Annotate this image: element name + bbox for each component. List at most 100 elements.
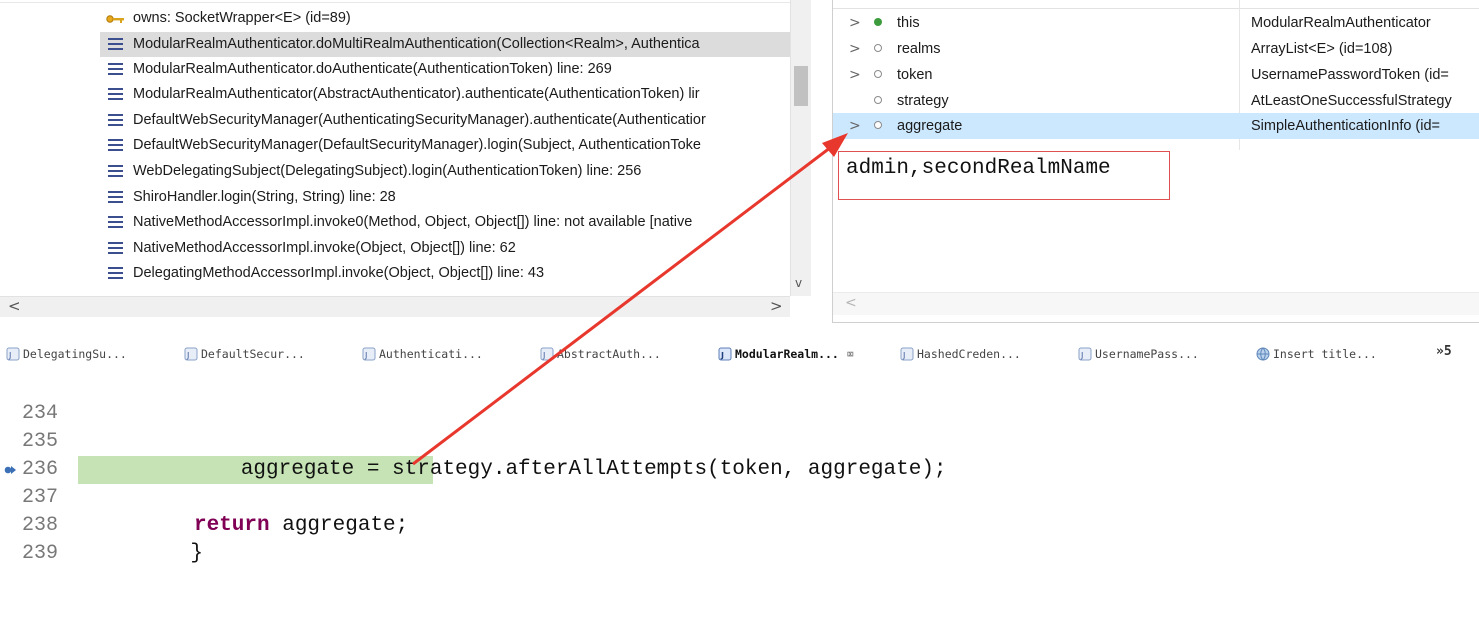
class-file-icon: J xyxy=(900,347,914,360)
stack-frame-label: ModularRealmAuthenticator.doMultiRealmAu… xyxy=(133,36,700,52)
svg-text:J: J xyxy=(186,351,189,360)
stack-frame-row[interactable]: ModularRealmAuthenticator.doMultiRealmAu… xyxy=(100,32,790,57)
variables-pane: > this ModularRealmAuthenticator > realm… xyxy=(832,0,1479,323)
tab-abstract-auth[interactable]: J AbstractAuth... xyxy=(540,340,661,368)
stack-frame-icon xyxy=(108,88,123,101)
variables-column-header xyxy=(833,0,1479,9)
variable-row-this[interactable]: > this ModularRealmAuthenticator xyxy=(833,10,1479,36)
svg-text:J: J xyxy=(902,351,905,360)
stack-frame-label: DefaultWebSecurityManager(DefaultSecurit… xyxy=(133,137,701,153)
tab-hashed-credentials[interactable]: J HashedCreden... xyxy=(900,340,1021,368)
owns-icon xyxy=(106,15,124,23)
stack-vertical-scrollbar[interactable]: v xyxy=(790,0,811,296)
tab-label: DefaultSecur... xyxy=(201,347,305,361)
stack-frame-row[interactable]: NativeMethodAccessorImpl.invoke(Object, … xyxy=(100,236,790,261)
stack-frame-icon xyxy=(108,267,123,280)
variable-name: realms xyxy=(897,41,941,57)
scroll-right-arrow-icon[interactable]: > xyxy=(770,297,783,315)
stack-frame-row[interactable]: ShiroHandler.login(String, String) line:… xyxy=(100,185,790,210)
tab-label: ModularRealm... xyxy=(735,347,839,361)
stack-frame-label: DefaultWebSecurityManager(Authenticating… xyxy=(133,112,706,128)
class-file-icon: J xyxy=(1078,347,1092,360)
expand-chevron-icon[interactable]: > xyxy=(849,62,861,88)
variable-row-aggregate[interactable]: > aggregate SimpleAuthenticationInfo (id… xyxy=(833,113,1479,139)
stack-frame-row[interactable]: ModularRealmAuthenticator.doAuthenticate… xyxy=(100,57,790,82)
svg-text:J: J xyxy=(720,351,724,360)
stack-frame-icon xyxy=(108,216,123,229)
code-text: } xyxy=(140,542,204,565)
stack-frame-row[interactable]: DefaultWebSecurityManager(DefaultSecurit… xyxy=(100,133,790,158)
field-icon xyxy=(874,96,882,104)
class-file-icon: J xyxy=(6,347,20,360)
tab-username-password[interactable]: J UsernamePass... xyxy=(1078,340,1199,368)
tab-label: AbstractAuth... xyxy=(557,347,661,361)
variable-value: ArrayList<E> (id=108) xyxy=(1251,41,1393,57)
stack-owns-row[interactable]: owns: SocketWrapper<E> (id=89) xyxy=(100,6,790,31)
class-file-icon: J xyxy=(540,347,554,360)
expand-chevron-icon[interactable]: > xyxy=(849,36,861,62)
variables-horizontal-scrollbar[interactable]: < xyxy=(833,292,1479,315)
stack-frame-icon xyxy=(108,38,123,51)
field-icon xyxy=(874,44,882,52)
variable-name: token xyxy=(897,67,933,83)
stack-row-label: owns: SocketWrapper<E> (id=89) xyxy=(133,10,351,26)
stack-horizontal-scrollbar[interactable]: < > xyxy=(0,296,790,317)
variable-name: this xyxy=(897,15,920,31)
code-line[interactable]: 235 aggregate = strategy.afterAllAttempt… xyxy=(0,400,1479,481)
editor-tab-bar: J DelegatingSu... J DefaultSecur... J Authe… xyxy=(0,340,1479,368)
svg-text:J: J xyxy=(8,351,11,360)
class-file-icon: J xyxy=(718,347,732,360)
stack-frame-label: WebDelegatingSubject(DelegatingSubject).… xyxy=(133,163,642,179)
variable-row-strategy[interactable]: strategy AtLeastOneSuccessfulStrategy xyxy=(833,88,1479,114)
variable-row-realms[interactable]: > realms ArrayList<E> (id=108) xyxy=(833,36,1479,62)
code-line[interactable]: 238 } xyxy=(0,484,1479,565)
stack-frame-row[interactable]: ModularRealmAuthenticator(AbstractAuthen… xyxy=(100,82,790,107)
stack-frame-row[interactable]: NativeMethodAccessorImpl.invoke0(Method,… xyxy=(100,210,790,235)
field-icon xyxy=(874,70,882,78)
code-line[interactable]: 239 xyxy=(0,512,1479,565)
stack-frame-label: NativeMethodAccessorImpl.invoke(Object, … xyxy=(133,240,516,256)
tab-insert-title[interactable]: Insert title... xyxy=(1256,340,1377,368)
expand-chevron-icon[interactable]: > xyxy=(849,113,861,139)
stack-frame-label: ModularRealmAuthenticator(AbstractAuthen… xyxy=(133,86,700,102)
tab-label: HashedCreden... xyxy=(917,347,1021,361)
code-line[interactable]: 236 xyxy=(0,428,1479,481)
tab-label: Authenticati... xyxy=(379,347,483,361)
code-editor[interactable]: 234 235 aggregate = strategy.afterAllAtt… xyxy=(0,370,1479,565)
variable-row-token[interactable]: > token UsernamePasswordToken (id= xyxy=(833,62,1479,88)
stack-frame-icon xyxy=(108,114,123,127)
tab-label: DelegatingSu... xyxy=(23,347,127,361)
expand-chevron-icon[interactable]: > xyxy=(849,10,861,36)
tab-modular-realm[interactable]: J ModularRealm... ⌧ xyxy=(718,340,854,368)
tab-delegating-subject[interactable]: J DelegatingSu... xyxy=(6,340,127,368)
variable-value: ModularRealmAuthenticator xyxy=(1251,15,1431,31)
globe-icon xyxy=(1256,347,1270,360)
tab-close-icon[interactable]: ⌧ xyxy=(847,347,854,361)
stack-scroll-thumb[interactable] xyxy=(794,66,808,106)
stack-frame-row[interactable]: DefaultWebSecurityManager(Authenticating… xyxy=(100,108,790,133)
tab-default-security[interactable]: J DefaultSecur... xyxy=(184,340,305,368)
variable-name: aggregate xyxy=(897,118,963,134)
scroll-left-arrow-icon[interactable]: < xyxy=(845,295,857,311)
tab-overflow-chevron-icon[interactable]: »5 xyxy=(1436,340,1452,364)
stack-frame-row[interactable]: WebDelegatingSubject(DelegatingSubject).… xyxy=(100,159,790,184)
public-field-icon xyxy=(874,18,882,26)
code-line-current[interactable]: 237 return aggregate; xyxy=(0,456,1479,537)
tab-label: Insert title... xyxy=(1273,347,1377,361)
class-file-icon: J xyxy=(184,347,198,360)
scroll-down-arrow-icon[interactable]: v xyxy=(795,276,802,290)
stack-frame-row[interactable]: DelegatingMethodAccessorImpl.invoke(Obje… xyxy=(100,261,790,286)
scroll-left-arrow-icon[interactable]: < xyxy=(8,297,21,315)
stack-frame-icon xyxy=(108,63,123,76)
stack-frame-label: NativeMethodAccessorImpl.invoke0(Method,… xyxy=(133,214,693,230)
code-line[interactable]: 234 xyxy=(0,372,1479,425)
variable-detail-value: admin,secondRealmName xyxy=(846,157,1111,180)
tab-authenticating[interactable]: J Authenticati... xyxy=(362,340,483,368)
stack-top-clipped-row xyxy=(0,0,790,3)
tab-label: UsernamePass... xyxy=(1095,347,1199,361)
class-file-icon: J xyxy=(362,347,376,360)
stack-frame-icon xyxy=(108,165,123,178)
variable-value: SimpleAuthenticationInfo (id= xyxy=(1251,118,1441,134)
variable-name: strategy xyxy=(897,93,949,109)
variable-value: AtLeastOneSuccessfulStrategy xyxy=(1251,93,1452,109)
